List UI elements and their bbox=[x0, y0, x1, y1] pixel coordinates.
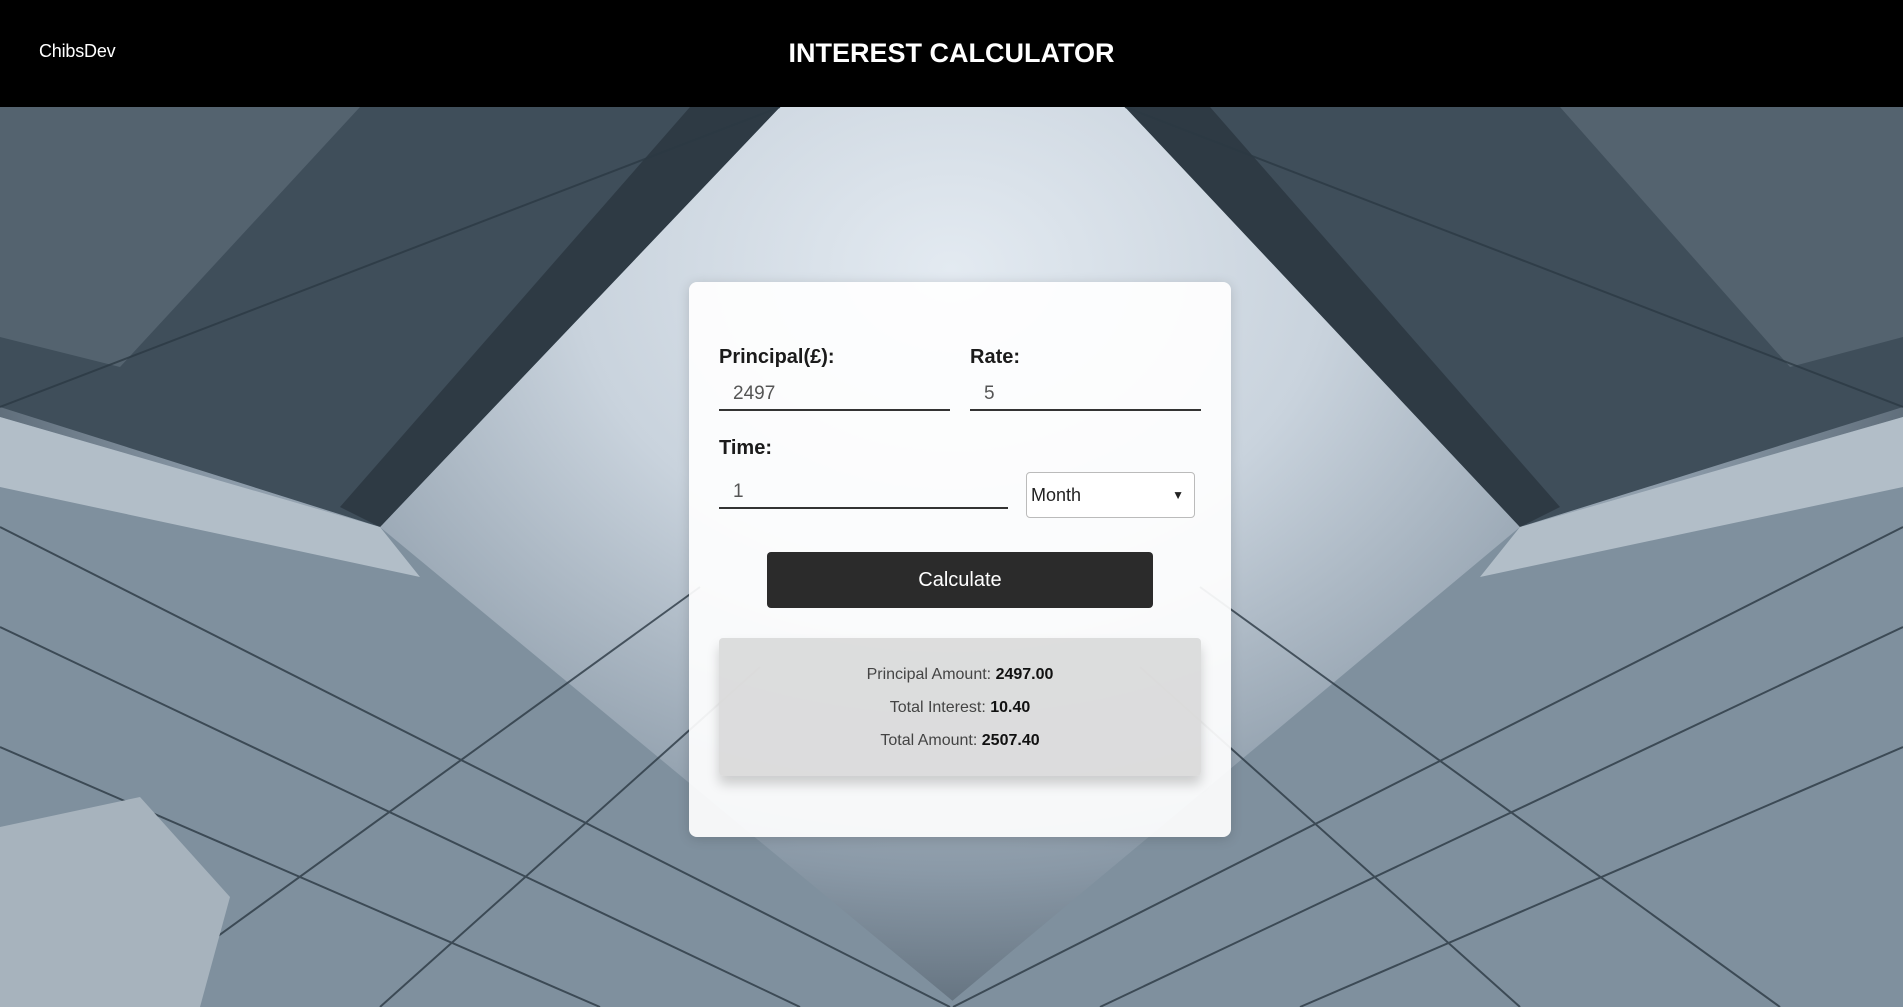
period-selected-value: Month bbox=[1031, 484, 1082, 505]
total-interest-label: Total Interest: bbox=[889, 699, 986, 716]
chevron-down-icon: ▼ bbox=[1172, 488, 1184, 502]
calculator-card: Principal(£): Rate: Time: Month ▼ Calcul… bbox=[689, 282, 1231, 837]
results-panel: Principal Amount: 2497.00 Total Interest… bbox=[719, 638, 1201, 776]
total-amount-label: Total Amount: bbox=[880, 732, 978, 749]
period-select[interactable]: Month ▼ bbox=[1026, 472, 1195, 518]
page-title: INTEREST CALCULATOR bbox=[788, 38, 1115, 68]
principal-amount-value: 2497.00 bbox=[995, 666, 1054, 683]
principal-amount-row: Principal Amount: 2497.00 bbox=[719, 658, 1201, 691]
rate-label: Rate: bbox=[970, 346, 1021, 368]
principal-amount-label: Principal Amount: bbox=[866, 666, 992, 683]
calculate-button[interactable]: Calculate bbox=[767, 552, 1153, 608]
total-amount-row: Total Amount: 2507.40 bbox=[719, 724, 1201, 757]
rate-input[interactable] bbox=[970, 379, 1201, 411]
principal-input[interactable] bbox=[719, 379, 950, 411]
principal-label: Principal(£): bbox=[719, 346, 835, 368]
time-input[interactable] bbox=[719, 477, 1008, 509]
total-amount-value: 2507.40 bbox=[981, 732, 1040, 749]
navbar: ChibsDev INTEREST CALCULATOR bbox=[0, 0, 1903, 107]
total-interest-row: Total Interest: 10.40 bbox=[719, 691, 1201, 724]
time-label: Time: bbox=[719, 437, 772, 459]
total-interest-value: 10.40 bbox=[990, 699, 1031, 716]
